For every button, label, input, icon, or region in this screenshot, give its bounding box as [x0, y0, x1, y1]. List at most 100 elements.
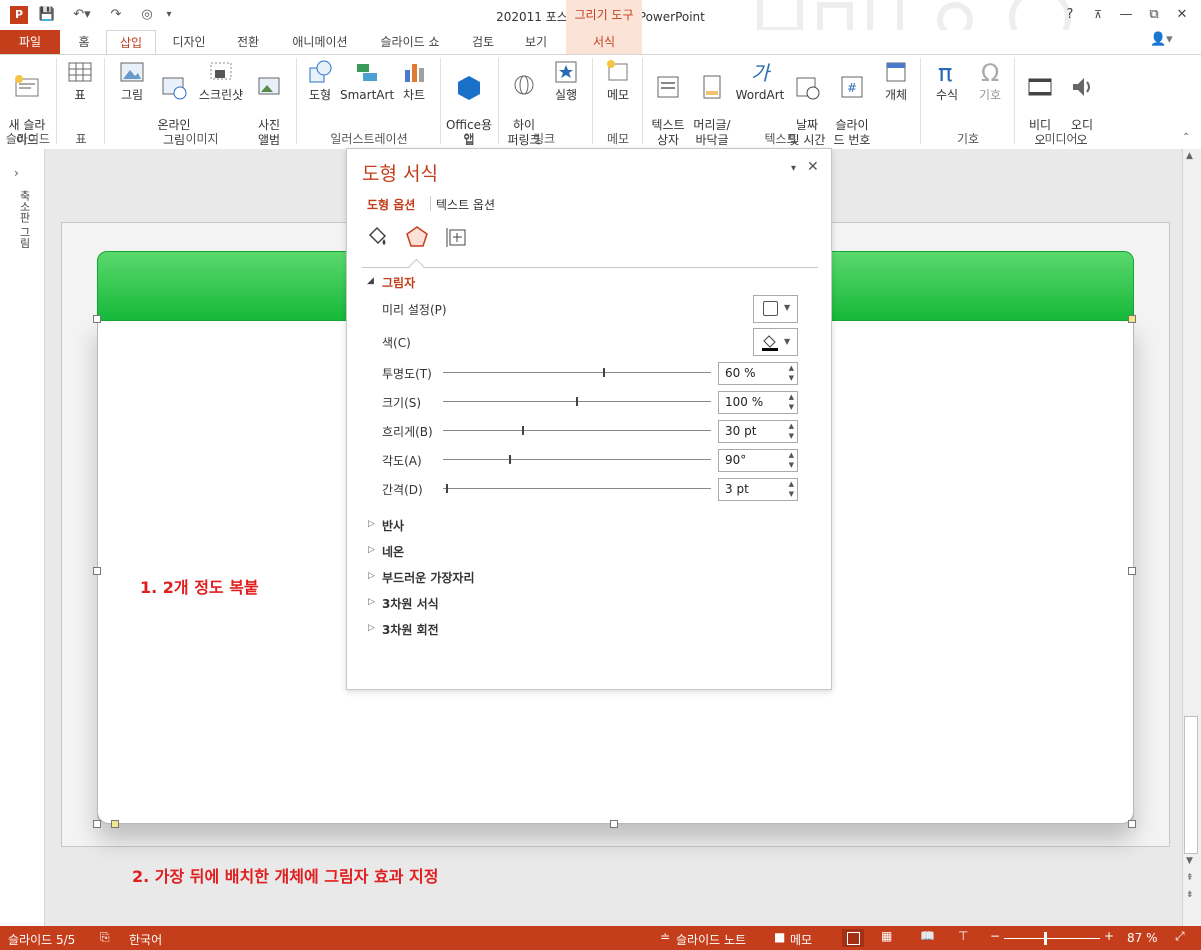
spin-arrows-icon[interactable]: ▲ ▼ — [789, 479, 794, 499]
shapes-button[interactable]: 도형 — [300, 58, 340, 103]
color-dropdown[interactable]: ▼ — [753, 328, 798, 356]
scroll-down-icon[interactable]: ▼ — [1186, 856, 1193, 866]
section-3d-format[interactable]: 3차원 서식 — [382, 595, 439, 612]
object-button[interactable]: 개체 — [876, 58, 916, 103]
fill-line-icon[interactable] — [365, 225, 389, 249]
size-properties-icon[interactable] — [445, 225, 469, 249]
expand-thumbnails-icon[interactable]: › — [14, 166, 19, 180]
shadow-section-header[interactable]: 그림자 — [382, 274, 415, 291]
section-reflection[interactable]: 반사 — [382, 517, 404, 534]
expand-triangle-icon[interactable]: ▷ — [368, 545, 375, 555]
normal-view-button[interactable] — [842, 929, 864, 947]
spin-arrows-icon[interactable]: ▲ ▼ — [789, 421, 794, 441]
reading-view-icon[interactable]: 📖 — [920, 929, 935, 943]
slideshow-view-icon[interactable]: ⊤ — [958, 929, 968, 943]
pane-options-icon[interactable]: ▾ — [791, 163, 796, 174]
preset-dropdown[interactable]: ▼ — [753, 295, 798, 323]
tab-file[interactable]: 파일 — [0, 30, 60, 54]
scroll-thumb[interactable] — [1184, 716, 1198, 854]
distance-spinbox[interactable]: 3 pt ▲ ▼ — [718, 478, 798, 501]
blur-slider-thumb[interactable] — [522, 426, 525, 435]
tab-text-options[interactable]: 텍스트 옵션 — [436, 196, 495, 213]
section-3d-rotation[interactable]: 3차원 회전 — [382, 621, 439, 638]
distance-slider-track[interactable] — [443, 488, 711, 489]
comments-button[interactable]: 메모 — [790, 931, 812, 948]
thumbnails-label[interactable]: 축소판 그림 — [12, 190, 32, 249]
size-spinbox[interactable]: 100 % ▲ ▼ — [718, 391, 798, 414]
resize-handle[interactable] — [1128, 820, 1136, 828]
resize-handle[interactable] — [93, 315, 101, 323]
chart-button[interactable]: 차트 — [396, 58, 432, 103]
pane-title: 도형 서식 — [362, 163, 438, 185]
separator — [440, 58, 441, 144]
expand-triangle-icon[interactable]: ▷ — [368, 623, 375, 633]
next-slide-icon[interactable]: ⇟ — [1186, 890, 1194, 900]
tab-review[interactable]: 검토 — [460, 30, 506, 54]
zoom-in-icon[interactable]: + — [1104, 929, 1114, 943]
transparency-spinbox[interactable]: 60 % ▲ ▼ — [718, 362, 798, 385]
close-button[interactable]: ✕ — [1170, 5, 1194, 25]
symbol-button[interactable]: Ω 기호 — [970, 58, 1010, 103]
account-icon[interactable]: 👤▾ — [1150, 32, 1190, 52]
tab-home[interactable]: 홈 — [66, 30, 102, 54]
screenshot-button[interactable]: 스크린샷 — [196, 58, 246, 103]
transparency-slider-track[interactable] — [443, 372, 711, 373]
zoom-slider-thumb[interactable] — [1044, 932, 1048, 945]
slide-sorter-icon[interactable]: ▦ — [881, 929, 892, 943]
expand-triangle-icon[interactable]: ▷ — [368, 597, 375, 607]
scroll-up-icon[interactable]: ▲ — [1186, 151, 1193, 161]
zoom-slider-track[interactable] — [1004, 938, 1100, 939]
ribbon-display-button[interactable]: ⊼ — [1086, 5, 1110, 25]
previous-slide-icon[interactable]: ⇞ — [1186, 873, 1194, 883]
minimize-button[interactable]: — — [1114, 5, 1138, 25]
table-button[interactable]: 표 — [62, 58, 98, 103]
angle-spinbox[interactable]: 90° ▲ ▼ — [718, 449, 798, 472]
equation-button[interactable]: π 수식 — [926, 58, 968, 103]
tab-view[interactable]: 보기 — [512, 30, 560, 54]
spin-arrows-icon[interactable]: ▲ ▼ — [789, 450, 794, 470]
restore-button[interactable]: ⧉ — [1142, 5, 1166, 25]
effects-icon[interactable] — [405, 225, 429, 249]
distance-slider-thumb[interactable] — [446, 484, 449, 493]
adjust-handle[interactable] — [111, 820, 119, 828]
spellcheck-icon[interactable]: ⎘ — [100, 930, 110, 945]
tab-insert[interactable]: 삽입 — [106, 30, 156, 56]
section-glow[interactable]: 네온 — [382, 543, 404, 560]
adjust-handle[interactable] — [1128, 315, 1136, 323]
notes-button[interactable]: 슬라이드 노트 — [676, 931, 746, 948]
tab-format[interactable]: 서식 — [566, 30, 642, 54]
resize-handle[interactable] — [610, 820, 618, 828]
section-soft-edges[interactable]: 부드러운 가장자리 — [382, 569, 475, 586]
expand-triangle-icon[interactable]: ▷ — [368, 571, 375, 581]
size-slider-thumb[interactable] — [576, 397, 578, 406]
wordart-button[interactable]: 가 WordArt — [734, 58, 786, 103]
tab-slideshow[interactable]: 슬라이드 쇼 — [368, 30, 452, 54]
tab-shape-options[interactable]: 도형 옵션 — [367, 196, 415, 213]
angle-slider-thumb[interactable] — [509, 455, 511, 464]
expand-triangle-icon[interactable]: ▷ — [368, 519, 375, 529]
resize-handle[interactable] — [93, 567, 101, 575]
angle-slider-track[interactable] — [443, 459, 711, 460]
zoom-out-icon[interactable]: − — [990, 929, 1000, 943]
action-button[interactable]: 실행 — [546, 58, 586, 103]
resize-handle[interactable] — [1128, 567, 1136, 575]
transparency-slider-thumb[interactable] — [602, 368, 605, 377]
collapse-triangle-icon[interactable]: ◢ — [367, 276, 374, 286]
pane-close-icon[interactable]: ✕ — [807, 159, 819, 175]
tab-transitions[interactable]: 전환 — [224, 30, 272, 54]
collapse-ribbon-icon[interactable]: ⌃ — [1182, 132, 1190, 143]
tab-design[interactable]: 디자인 — [160, 30, 218, 54]
spin-arrows-icon[interactable]: ▲ ▼ — [789, 363, 794, 383]
language-status[interactable]: 한국어 — [129, 931, 162, 948]
picture-button[interactable]: 그림 — [112, 58, 152, 103]
resize-handle[interactable] — [93, 820, 101, 828]
blur-spinbox[interactable]: 30 pt ▲ ▼ — [718, 420, 798, 443]
blur-slider-track[interactable] — [443, 430, 711, 431]
fit-to-window-icon[interactable]: ⤢ — [1175, 929, 1185, 944]
tab-animations[interactable]: 애니메이션 — [280, 30, 360, 54]
help-button[interactable]: ? — [1058, 5, 1082, 25]
zoom-level[interactable]: 87 % — [1127, 931, 1158, 945]
smartart-button[interactable]: SmartArt — [340, 58, 394, 103]
spin-arrows-icon[interactable]: ▲ ▼ — [789, 392, 794, 412]
comment-button[interactable]: 메모 — [598, 58, 638, 103]
